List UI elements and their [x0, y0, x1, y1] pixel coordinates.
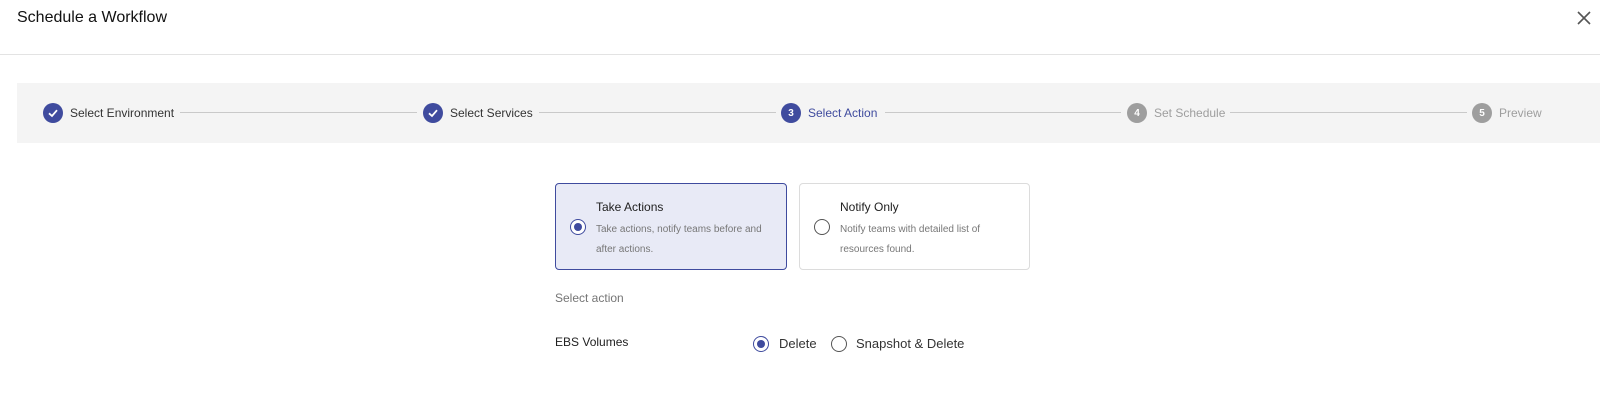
- card-title: Take Actions: [596, 200, 664, 214]
- card-title: Notify Only: [840, 200, 899, 214]
- delete-label[interactable]: Delete: [779, 336, 817, 351]
- notify-only-radio[interactable]: [814, 219, 830, 235]
- snapshot-delete-label[interactable]: Snapshot & Delete: [856, 336, 964, 351]
- step-label: Select Services: [450, 106, 533, 120]
- step-select-action[interactable]: 3 Select Action: [781, 102, 877, 124]
- check-icon: [43, 103, 63, 123]
- close-icon[interactable]: [1575, 9, 1593, 27]
- workflow-stepper: Select Environment Select Services 3 Sel…: [17, 83, 1600, 143]
- delete-radio[interactable]: [753, 336, 769, 352]
- step-label: Set Schedule: [1154, 106, 1226, 120]
- notify-only-card[interactable]: Notify Only Notify teams with detailed l…: [799, 183, 1030, 270]
- card-description: Notify teams with detailed list of resou…: [840, 224, 981, 255]
- step-select-services[interactable]: Select Services: [423, 102, 533, 124]
- step-label: Preview: [1499, 106, 1542, 120]
- take-actions-radio[interactable]: [570, 219, 586, 235]
- step-select-environment[interactable]: Select Environment: [43, 102, 174, 124]
- ebs-volumes-label: EBS Volumes: [555, 335, 629, 349]
- step-label: Select Environment: [70, 106, 175, 120]
- step-connector: [1230, 112, 1467, 113]
- select-action-label: Select action: [555, 291, 624, 305]
- card-description: Take actions, notify teams before and af…: [596, 224, 762, 255]
- dialog-header: Schedule a Workflow: [0, 0, 1600, 55]
- check-icon: [423, 103, 443, 123]
- dialog-title: Schedule a Workflow: [17, 9, 167, 26]
- step-set-schedule[interactable]: 4 Set Schedule: [1127, 102, 1225, 124]
- step-label: Select Action: [808, 106, 878, 120]
- step-connector: [539, 112, 776, 113]
- step-number: 4: [1127, 103, 1147, 123]
- take-actions-card[interactable]: Take Actions Take actions, notify teams …: [555, 183, 787, 270]
- step-connector: [180, 112, 417, 113]
- step-number: 5: [1472, 103, 1492, 123]
- step-number: 3: [781, 103, 801, 123]
- step-preview[interactable]: 5 Preview: [1472, 102, 1542, 124]
- step-connector: [885, 112, 1121, 113]
- snapshot-delete-radio[interactable]: [831, 336, 847, 352]
